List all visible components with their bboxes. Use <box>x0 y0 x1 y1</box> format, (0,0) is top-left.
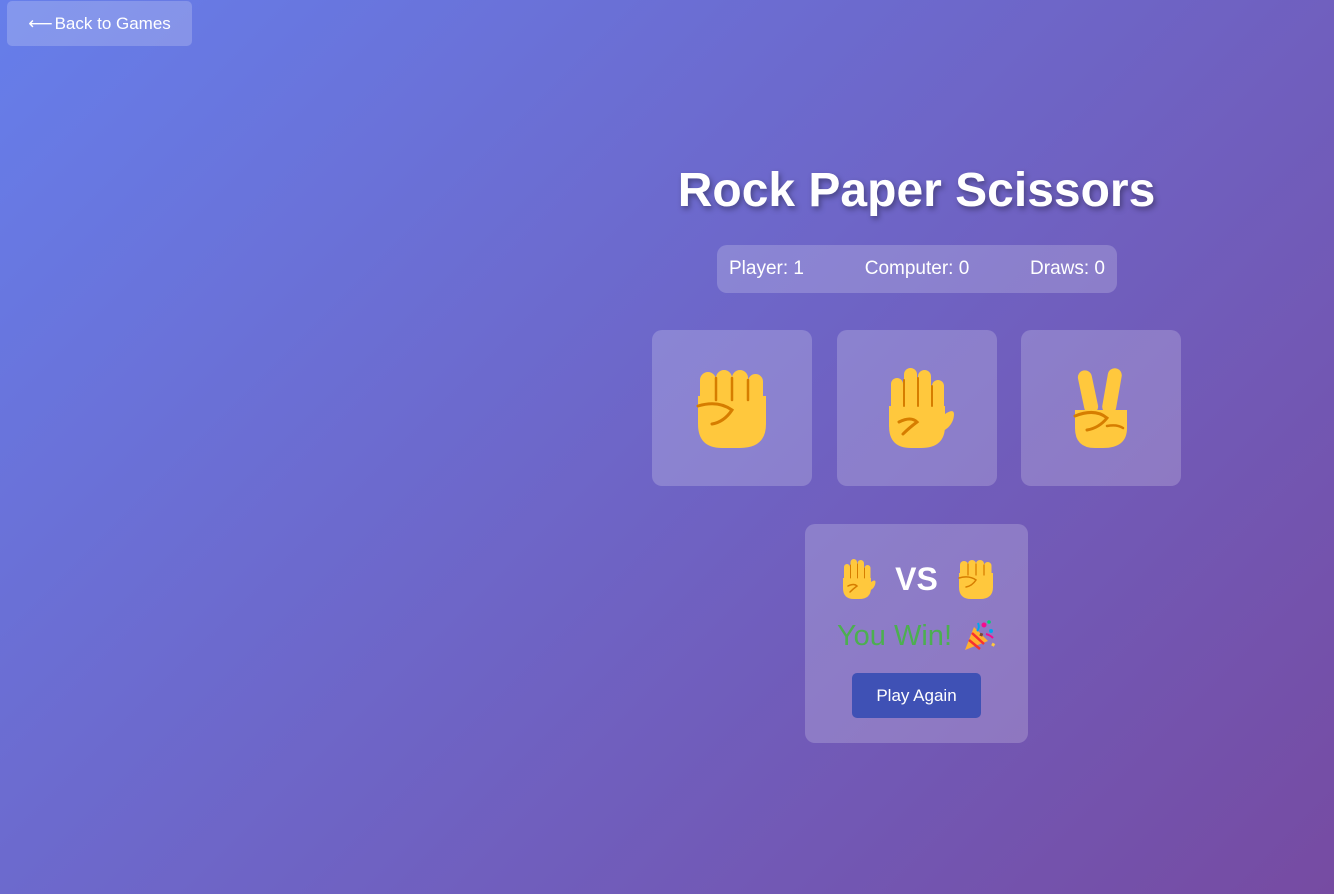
scissors-choice-button[interactable] <box>1021 330 1181 486</box>
scoreboard: Player: 1 Computer: 0 Draws: 0 <box>717 245 1117 293</box>
game-container: Rock Paper Scissors Player: 1 Computer: … <box>500 0 1333 894</box>
paper-choice-button[interactable] <box>837 330 997 486</box>
victory-hand-icon <box>1073 368 1127 448</box>
result-panel: VS You Win! Play Again <box>805 524 1028 743</box>
play-again-button[interactable]: Play Again <box>852 673 981 718</box>
party-popper-icon <box>952 619 996 653</box>
player-choice-raised-hand-icon <box>843 559 876 599</box>
back-arrow-icon: ⟵ <box>28 13 53 33</box>
result-message-text: You Win! <box>837 619 952 652</box>
vs-label: VS <box>895 560 938 597</box>
matchup: VS <box>805 556 1028 602</box>
back-to-games-button[interactable]: ⟵ Back to Games <box>7 1 192 46</box>
raised-hand-icon <box>889 368 954 448</box>
raised-fist-icon <box>696 370 766 448</box>
page-title: Rock Paper Scissors <box>677 164 1156 217</box>
rock-choice-button[interactable] <box>652 330 812 486</box>
computer-choice-raised-fist-icon <box>958 560 993 599</box>
choices <box>652 330 1182 486</box>
player-score: Player: 1 <box>729 258 804 279</box>
computer-score: Computer: 0 <box>864 258 970 279</box>
back-to-games-label: Back to Games <box>54 13 171 33</box>
draws-score: Draws: 0 <box>1030 258 1105 279</box>
result-message: You Win! <box>805 616 1028 656</box>
